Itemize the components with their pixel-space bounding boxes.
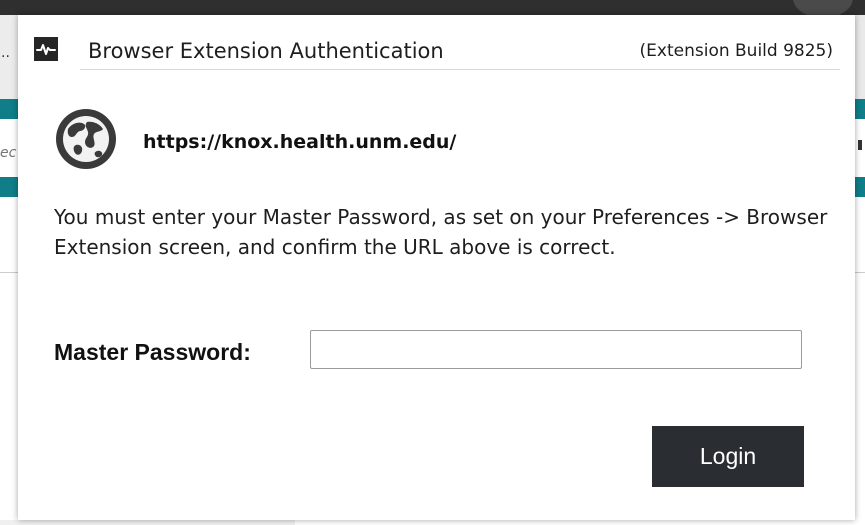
heartbeat-icon xyxy=(34,37,58,61)
login-button[interactable]: Login xyxy=(652,426,804,487)
background-right-panel xyxy=(855,15,865,99)
background-divider xyxy=(855,272,865,273)
auth-dialog: Browser Extension Authentication (Extens… xyxy=(18,15,855,520)
globe-icon xyxy=(54,107,118,171)
background-top-bar xyxy=(0,0,865,15)
site-url: https://knox.health.unm.edu/ xyxy=(143,131,457,153)
dialog-titlebar: Browser Extension Authentication (Extens… xyxy=(18,15,855,71)
background-text-fragment: ec xyxy=(0,145,17,161)
title-divider xyxy=(80,69,840,70)
background-divider xyxy=(0,272,18,273)
background-teal-bar xyxy=(0,177,18,197)
background-teal-bar xyxy=(855,177,865,197)
background-teal-bar xyxy=(855,99,865,119)
instruction-message: You must enter your Master Password, as … xyxy=(54,205,828,259)
dialog-title: Browser Extension Authentication xyxy=(88,39,444,63)
background-marker xyxy=(858,140,862,150)
master-password-label: Master Password: xyxy=(54,339,251,365)
background-footer xyxy=(0,520,295,525)
background-teal-bar xyxy=(0,99,18,119)
master-password-input[interactable] xyxy=(310,330,802,369)
background-ellipsis: .. xyxy=(1,45,10,61)
extension-build-label: (Extension Build 9825) xyxy=(639,41,833,61)
